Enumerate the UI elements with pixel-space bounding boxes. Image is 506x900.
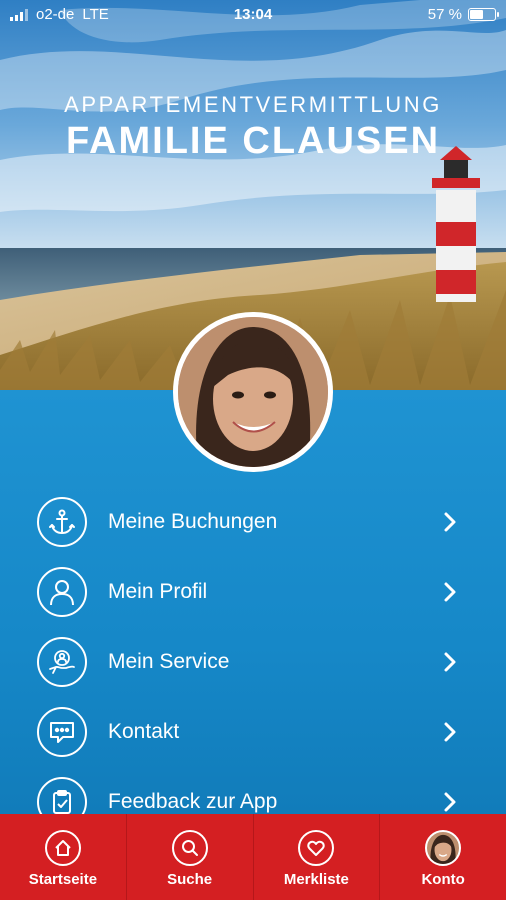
profile-avatar[interactable] (173, 312, 333, 472)
tab-wishlist[interactable]: Merkliste (252, 814, 380, 900)
menu-item-label: Kontakt (108, 720, 180, 743)
search-icon (171, 830, 208, 866)
menu-item-label: Meine Buchungen (108, 510, 278, 533)
home-icon (44, 830, 81, 866)
brand-subtitle: APPARTEMENTVERMITTLUNG (64, 92, 442, 117)
tab-label: Merkliste (283, 871, 349, 888)
tab-home[interactable]: Startseite (0, 814, 126, 900)
chevron-right-icon (444, 512, 456, 532)
tab-label: Konto (421, 871, 465, 888)
tab-account[interactable]: Konto (379, 814, 506, 900)
chevron-right-icon (444, 652, 456, 672)
menu-item-bookings[interactable]: Meine Buchungen (0, 487, 506, 557)
user-icon (37, 567, 87, 617)
battery-percent: 57 % (427, 6, 462, 23)
menu-item-label: Mein Profil (108, 580, 208, 603)
avatar-icon (425, 830, 462, 866)
brand-name: FAMILIE CLAUSEN (65, 120, 441, 162)
chevron-right-icon (444, 792, 456, 812)
brand-title: APPARTEMENTVERMITTLUNG FAMILIE CLAUSEN (0, 92, 506, 163)
menu-item-profile[interactable]: Mein Profil (0, 557, 506, 627)
tab-label: Startseite (28, 871, 98, 888)
chevron-right-icon (444, 582, 456, 602)
menu-item-label: Mein Service (108, 650, 230, 673)
chat-icon (37, 707, 87, 757)
menu-item-label: Feedback zur App (108, 790, 278, 813)
status-bar: o2-de LTE 13:04 57 % (0, 0, 506, 30)
bottom-tab-bar: Startseite Suche Merkliste Konto (0, 814, 506, 900)
tab-search[interactable]: Suche (125, 814, 253, 900)
menu-item-service[interactable]: Mein Service (0, 627, 506, 697)
battery-icon (468, 8, 499, 21)
service-hand-icon (37, 637, 87, 687)
heart-icon (298, 830, 335, 866)
anchor-icon (37, 497, 87, 547)
menu-item-contact[interactable]: Kontakt (0, 697, 506, 767)
tab-label: Suche (167, 871, 213, 888)
chevron-right-icon (444, 722, 456, 742)
